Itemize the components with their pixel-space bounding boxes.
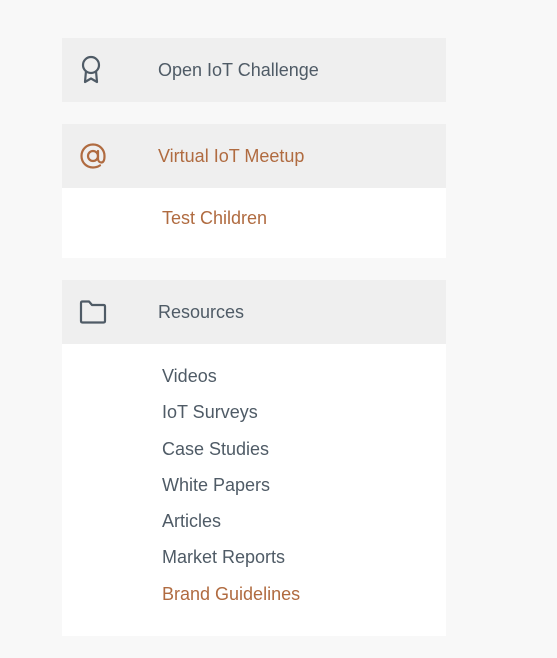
nav-header-label: Virtual IoT Meetup [158, 145, 305, 166]
nav-child-white-papers[interactable]: White Papers [62, 473, 446, 509]
nav-child-videos[interactable]: Videos [62, 364, 446, 400]
award-icon [62, 55, 158, 85]
nav-section-virtual-iot-meetup: Virtual IoT Meetup Test Children [62, 124, 446, 258]
nav-child-test-children[interactable]: Test Children [62, 208, 446, 229]
nav-child-market-reports[interactable]: Market Reports [62, 545, 446, 581]
nav-section-resources: Resources Videos IoT Surveys Case Studie… [62, 280, 446, 637]
nav-header-open-iot-challenge[interactable]: Open IoT Challenge [62, 38, 446, 102]
nav-children-resources: Videos IoT Surveys Case Studies White Pa… [62, 344, 446, 637]
folder-icon [62, 300, 158, 324]
nav-child-brand-guidelines[interactable]: Brand Guidelines [62, 582, 446, 618]
nav-children-virtual-iot-meetup: Test Children [62, 188, 446, 258]
nav-header-virtual-iot-meetup[interactable]: Virtual IoT Meetup [62, 124, 446, 188]
sidebar-nav: Open IoT Challenge Virtual IoT Meetup Te… [62, 38, 446, 658]
nav-header-label: Resources [158, 301, 245, 322]
nav-section-open-iot-challenge: Open IoT Challenge [62, 38, 446, 102]
nav-child-iot-surveys[interactable]: IoT Surveys [62, 400, 446, 436]
nav-header-label: Open IoT Challenge [158, 59, 319, 80]
nav-child-case-studies[interactable]: Case Studies [62, 437, 446, 473]
at-icon [62, 142, 158, 170]
nav-header-resources[interactable]: Resources [62, 280, 446, 344]
nav-child-articles[interactable]: Articles [62, 509, 446, 545]
